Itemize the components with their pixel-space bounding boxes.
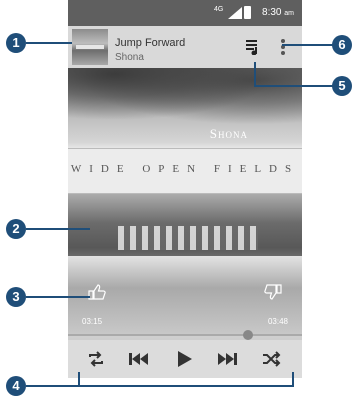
queue-list-icon[interactable] bbox=[246, 39, 260, 55]
song-artist: Shona bbox=[115, 52, 144, 63]
callout-line-1 bbox=[26, 42, 72, 44]
progress-track[interactable] bbox=[68, 334, 302, 336]
callout-badge-2: 2 bbox=[6, 219, 26, 239]
waterfall bbox=[118, 226, 258, 250]
thumbs-down-icon[interactable] bbox=[264, 284, 282, 300]
callout-badge-3: 3 bbox=[6, 287, 26, 307]
total-time: 03:48 bbox=[267, 317, 288, 326]
callout-line-4-right bbox=[292, 372, 294, 387]
clock: 8:30 am bbox=[262, 7, 294, 18]
callout-badge-4: 4 bbox=[6, 376, 26, 396]
next-track-icon[interactable] bbox=[218, 350, 238, 368]
battery-icon bbox=[244, 6, 251, 19]
network-indicator: 4G bbox=[214, 6, 224, 13]
album-thumbnail[interactable] bbox=[72, 29, 108, 65]
callout-badge-1: 1 bbox=[6, 33, 26, 53]
album-artist-caption: Shona bbox=[209, 126, 248, 141]
foliage bbox=[68, 68, 302, 128]
repeat-icon[interactable] bbox=[86, 350, 106, 368]
callout-line-5-v bbox=[254, 62, 256, 86]
elapsed-time: 03:15 bbox=[82, 317, 103, 326]
callout-line-4-left bbox=[78, 372, 80, 387]
play-icon[interactable] bbox=[174, 350, 194, 368]
callout-line-4-h bbox=[26, 385, 294, 387]
song-title: Jump Forward bbox=[115, 37, 186, 49]
callout-line-6 bbox=[282, 44, 334, 46]
status-bar: 4G 8:30 am bbox=[68, 0, 302, 26]
now-playing-bar[interactable]: Jump Forward Shona bbox=[68, 26, 302, 68]
previous-track-icon[interactable] bbox=[128, 350, 148, 368]
clock-ampm: am bbox=[284, 10, 294, 17]
callout-line-5-h bbox=[254, 85, 334, 87]
progress-handle[interactable] bbox=[243, 330, 253, 340]
thumbs-up-icon[interactable] bbox=[88, 284, 106, 300]
callout-line-2 bbox=[26, 228, 90, 230]
callout-badge-6: 6 bbox=[332, 35, 352, 55]
callout-line-3 bbox=[26, 296, 90, 298]
album-art: Shona WIDE OPEN FIELDS 03:15 03:48 bbox=[68, 68, 302, 378]
more-vertical-icon[interactable] bbox=[280, 37, 286, 57]
phone-screen: 4G 8:30 am Jump Forward Shona Shona WIDE… bbox=[68, 0, 302, 378]
clock-time: 8:30 bbox=[262, 7, 282, 18]
shuffle-icon[interactable] bbox=[262, 350, 282, 368]
playback-controls bbox=[68, 340, 302, 378]
signal-icon bbox=[228, 7, 242, 19]
album-title-caption: WIDE OPEN FIELDS bbox=[70, 163, 300, 175]
callout-badge-5: 5 bbox=[332, 76, 352, 96]
